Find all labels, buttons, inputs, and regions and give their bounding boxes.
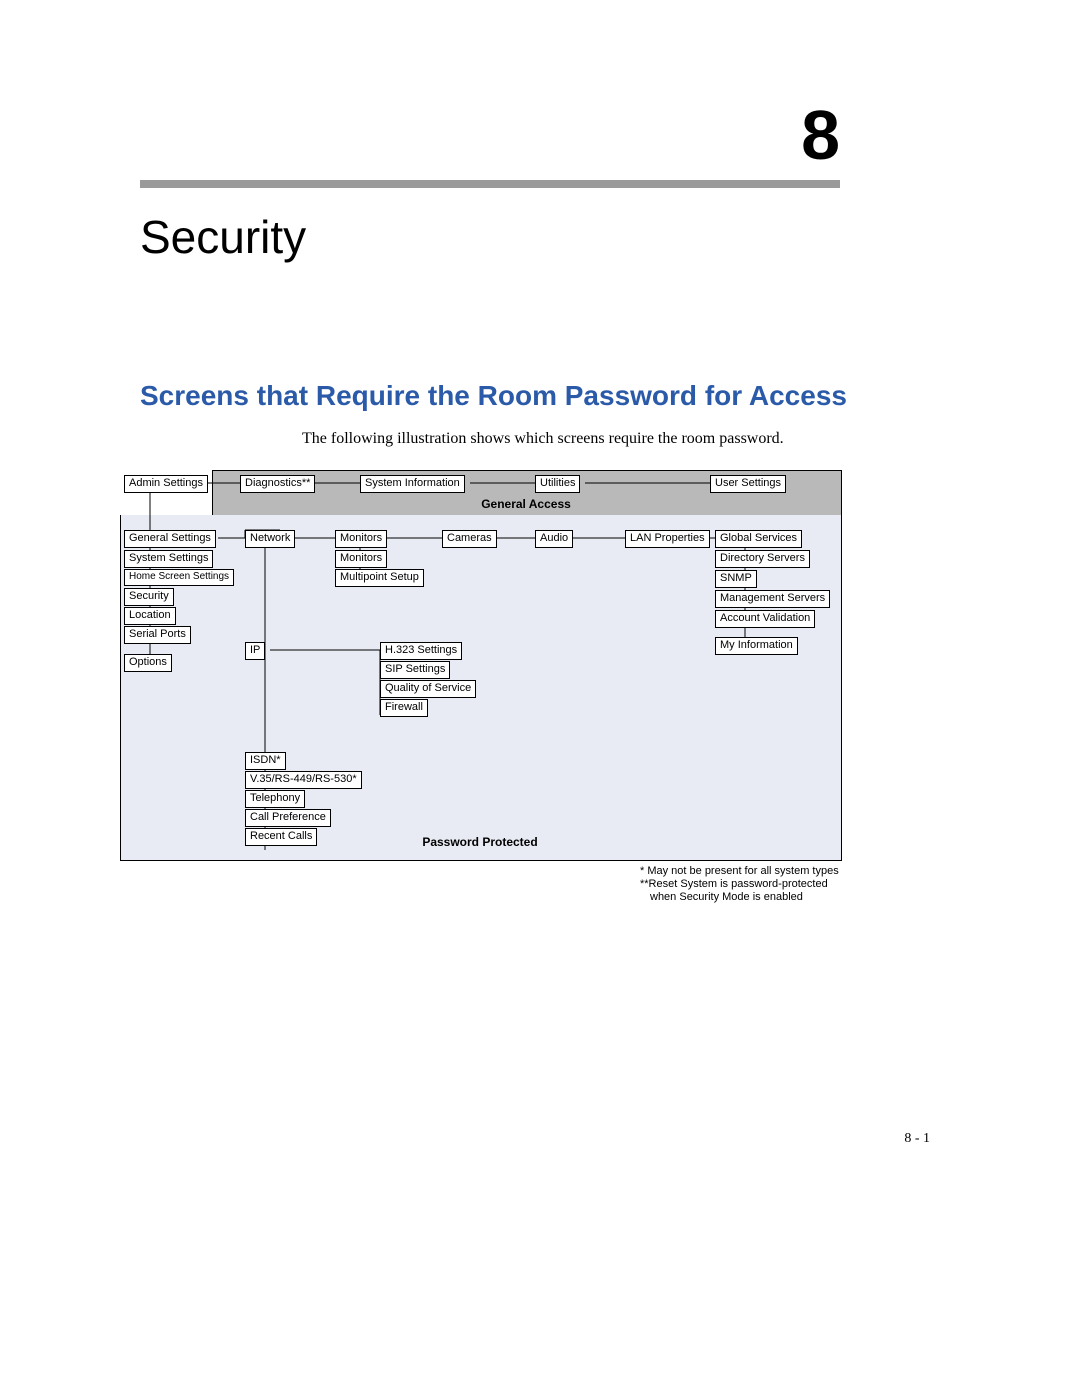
node-global-services: Global Services [715, 530, 802, 548]
node-recent-calls: Recent Calls [245, 828, 317, 846]
node-general-settings: General Settings [124, 530, 216, 548]
node-location: Location [124, 607, 176, 625]
node-serial-ports: Serial Ports [124, 626, 191, 644]
node-h323-settings: H.323 Settings [380, 642, 462, 660]
node-lan-properties: LAN Properties [625, 530, 710, 548]
intro-paragraph: The following illustration shows which s… [302, 430, 842, 448]
node-sip-settings: SIP Settings [380, 661, 450, 679]
node-call-preference: Call Preference [245, 809, 331, 827]
node-audio: Audio [535, 530, 573, 548]
general-access-label: General Access [212, 497, 840, 511]
section-title: Screens that Require the Room Password f… [140, 380, 847, 412]
node-monitors-top: Monitors [335, 530, 387, 548]
node-firewall: Firewall [380, 699, 428, 717]
node-network: Network [245, 530, 295, 548]
node-account-validation: Account Validation [715, 610, 815, 628]
screen-map-diagram: General Access Password Protected [120, 470, 840, 860]
horizontal-rule [140, 180, 840, 188]
node-isdn: ISDN* [245, 752, 286, 770]
node-diagnostics: Diagnostics** [240, 475, 315, 493]
footnote-c: when Security Mode is enabled [640, 891, 960, 904]
footnotes: * May not be present for all system type… [640, 865, 960, 905]
footnote-b: **Reset System is password-protected [640, 878, 960, 891]
node-security: Security [124, 588, 174, 606]
node-home-screen-settings: Home Screen Settings [124, 569, 234, 586]
node-cameras: Cameras [442, 530, 497, 548]
node-my-information: My Information [715, 637, 798, 655]
node-snmp: SNMP [715, 570, 757, 588]
chapter-title: Security [140, 210, 306, 264]
node-quality-of-service: Quality of Service [380, 680, 476, 698]
node-multipoint-setup: Multipoint Setup [335, 569, 424, 587]
node-user-settings: User Settings [710, 475, 786, 493]
footnote-a: * May not be present for all system type… [640, 865, 960, 878]
node-directory-servers: Directory Servers [715, 550, 810, 568]
node-management-servers: Management Servers [715, 590, 830, 608]
node-system-settings: System Settings [124, 550, 213, 568]
node-system-information: System Information [360, 475, 465, 493]
node-telephony: Telephony [245, 790, 305, 808]
node-utilities: Utilities [535, 475, 580, 493]
node-v35: V.35/RS-449/RS-530* [245, 771, 362, 789]
password-protected-label: Password Protected [120, 835, 840, 849]
chapter-number: 8 [801, 95, 840, 175]
node-ip: IP [245, 642, 265, 660]
node-options: Options [124, 654, 172, 672]
node-admin-settings: Admin Settings [124, 475, 208, 493]
node-monitors: Monitors [335, 550, 387, 568]
page-number: 8 - 1 [904, 1131, 930, 1147]
